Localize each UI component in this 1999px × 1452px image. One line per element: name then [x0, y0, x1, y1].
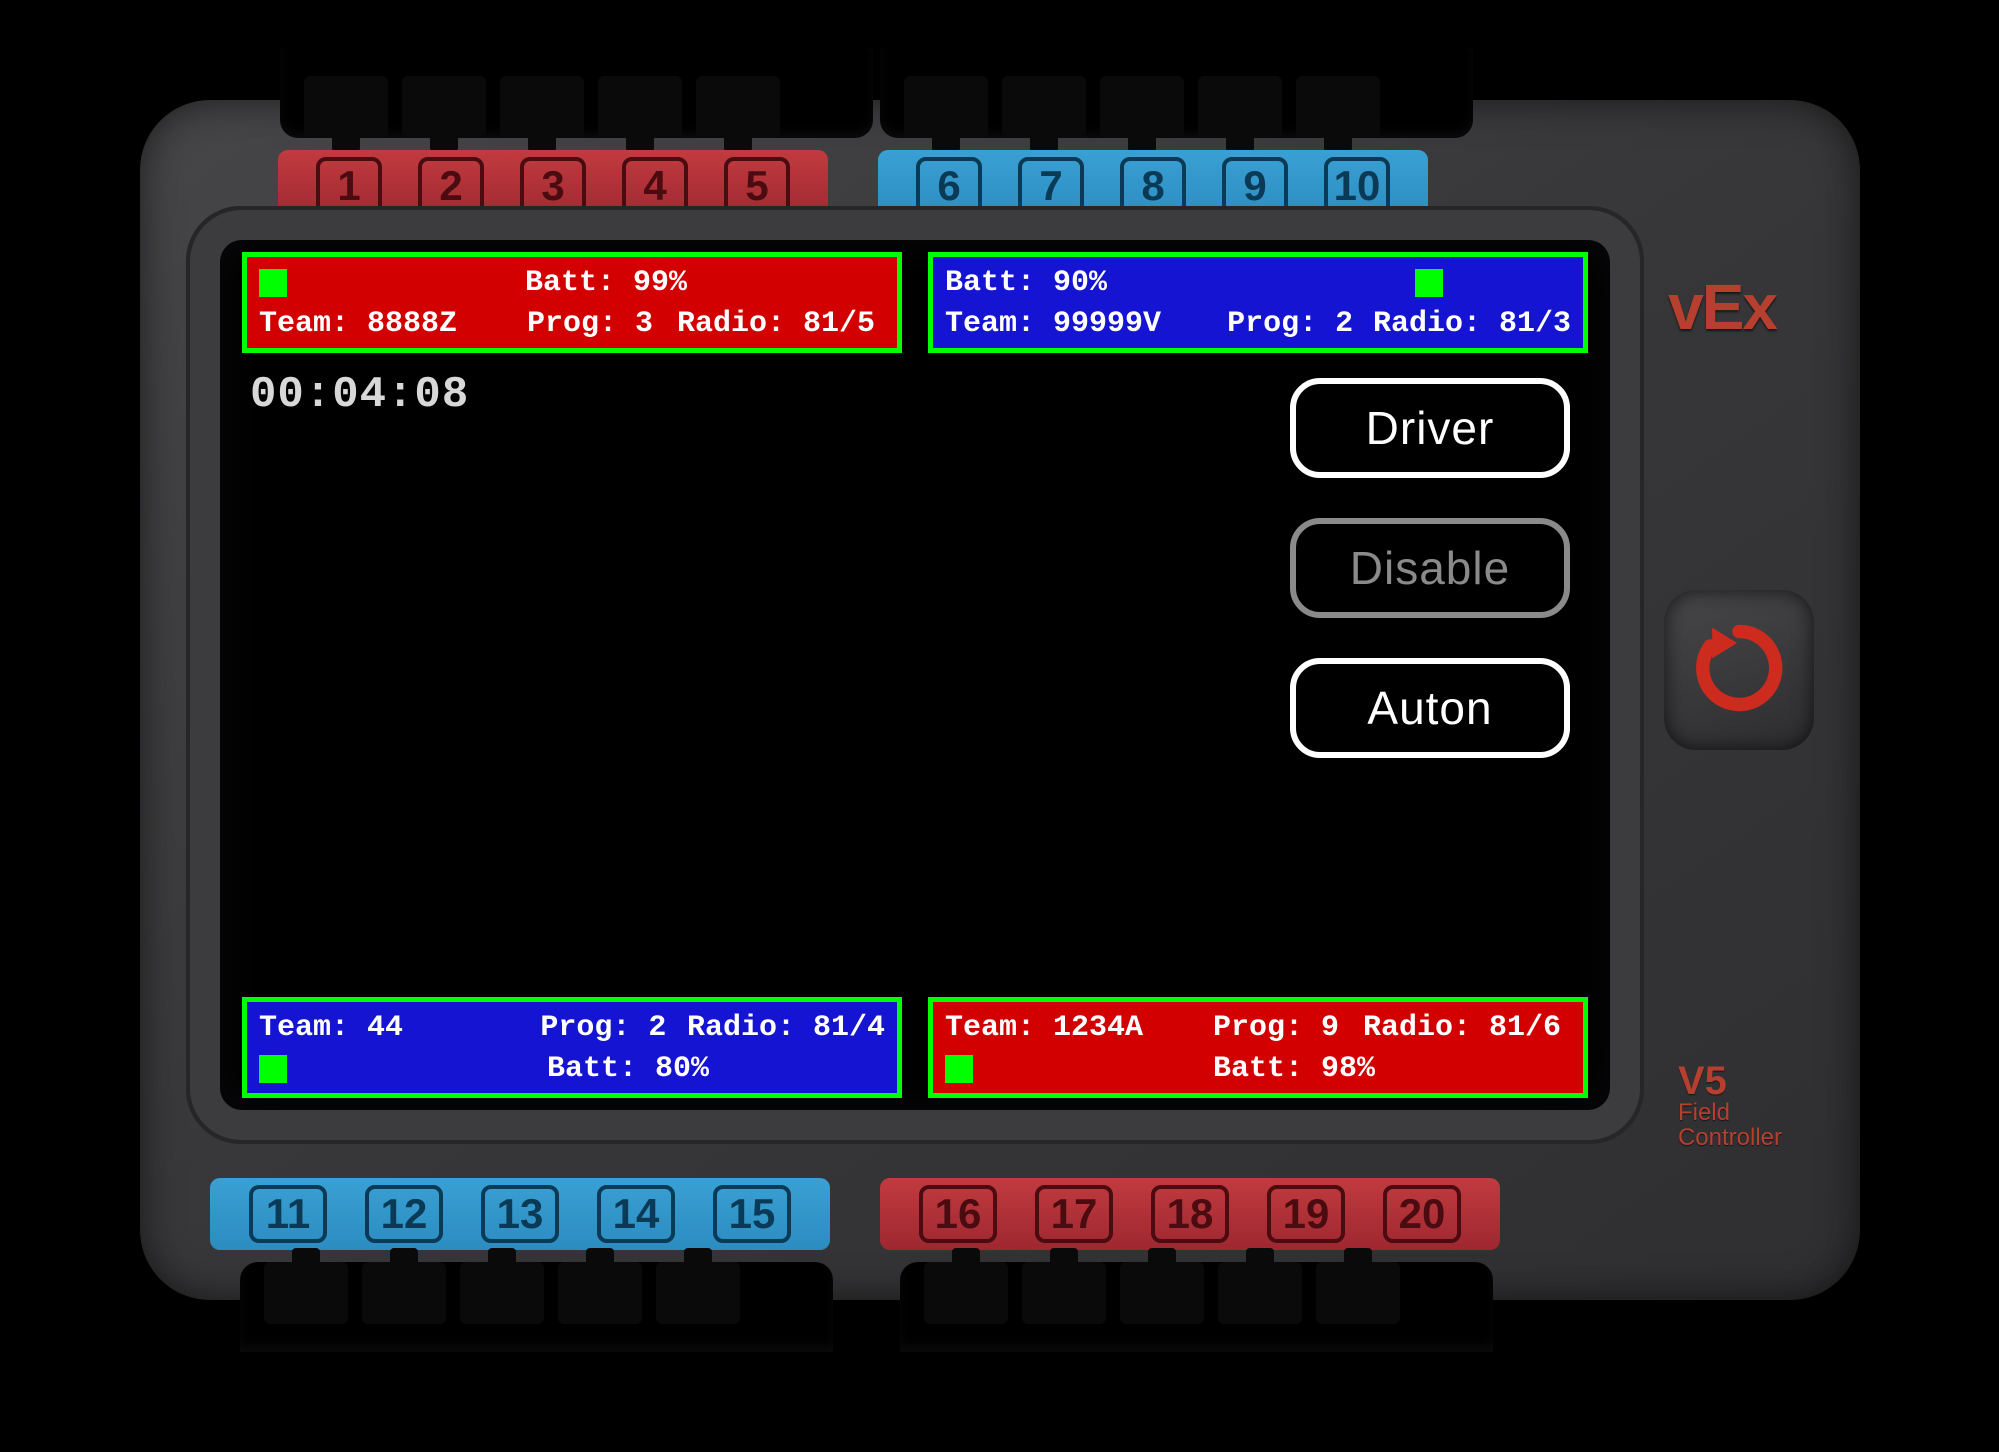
- team-panel-red-2[interactable]: Team: 1234A Prog: 9 Radio: 81/6 Batt: 98…: [928, 997, 1588, 1098]
- radio-value: Radio: 81/4: [687, 1008, 885, 1049]
- port-label: 4: [622, 157, 688, 215]
- radio-value: Radio: 81/5: [677, 304, 875, 345]
- port-labels-top-red: 1 2 3 4 5: [278, 150, 828, 222]
- port-label: 15: [713, 1185, 791, 1243]
- prog-value: Prog: 3: [527, 304, 677, 345]
- port-label: 14: [597, 1185, 675, 1243]
- model-label: V5 Field Controller: [1678, 1060, 1782, 1150]
- status-indicator-icon: [259, 269, 287, 297]
- port-label: 11: [249, 1185, 327, 1243]
- prog-value: Prog: 9: [1213, 1008, 1363, 1049]
- batt-value: Batt: 98%: [1213, 1049, 1375, 1090]
- port-bay-bottom-left: [240, 1262, 833, 1352]
- port-label: 10: [1324, 157, 1390, 215]
- port-bay-top-right: [880, 48, 1473, 138]
- team-panel-blue-1[interactable]: Batt: 90% Team: 99999V Prog: 2 Radio: 81…: [928, 252, 1588, 353]
- team-panel-red-1[interactable]: Batt: 99% Team: 8888Z Prog: 3 Radio: 81/…: [242, 252, 902, 353]
- status-indicator-icon: [259, 1055, 287, 1083]
- back-arrow-icon: [1691, 620, 1787, 721]
- port-label: 3: [520, 157, 586, 215]
- port-label: 1: [316, 157, 382, 215]
- port-label: 6: [916, 157, 982, 215]
- back-button[interactable]: [1664, 590, 1814, 750]
- port-label: 13: [481, 1185, 559, 1243]
- port-label: 17: [1035, 1185, 1113, 1243]
- radio-value: Radio: 81/6: [1363, 1008, 1561, 1049]
- radio-value: Radio: 81/3: [1373, 304, 1571, 345]
- port-label: 5: [724, 157, 790, 215]
- team-panel-blue-2[interactable]: Team: 44 Prog: 2 Radio: 81/4 Batt: 80%: [242, 997, 902, 1098]
- port-label: 9: [1222, 157, 1288, 215]
- port-label: 16: [919, 1185, 997, 1243]
- port-bay-bottom-right: [900, 1262, 1493, 1352]
- port-label: 12: [365, 1185, 443, 1243]
- prog-value: Prog: 2: [540, 1008, 687, 1049]
- batt-value: Batt: 90%: [945, 263, 1415, 304]
- port-labels-bottom-blue: 11 12 13 14 15: [210, 1178, 830, 1250]
- batt-value: Batt: 80%: [547, 1049, 709, 1090]
- vex-logo: vEx: [1668, 270, 1776, 344]
- port-label: 2: [418, 157, 484, 215]
- port-bay-top-left: [280, 48, 873, 138]
- port-label: 19: [1267, 1185, 1345, 1243]
- status-indicator-icon: [1415, 269, 1443, 297]
- status-indicator-icon: [945, 1055, 973, 1083]
- mode-button-column: Driver Disable Auton: [1290, 378, 1570, 758]
- team-value: Team: 1234A: [945, 1008, 1213, 1049]
- disable-button[interactable]: Disable: [1290, 518, 1570, 618]
- device-body: 1 2 3 4 5 6 7 8 9 10 vEx V5 Field Contro…: [140, 100, 1860, 1300]
- port-label: 7: [1018, 157, 1084, 215]
- port-label: 18: [1151, 1185, 1229, 1243]
- auton-button[interactable]: Auton: [1290, 658, 1570, 758]
- batt-value: Batt: 99%: [525, 263, 687, 304]
- port-label: 8: [1120, 157, 1186, 215]
- team-value: Team: 99999V: [945, 304, 1227, 345]
- port-labels-top-blue: 6 7 8 9 10: [878, 150, 1428, 222]
- team-value: Team: 8888Z: [259, 304, 527, 345]
- port-labels-bottom-red: 16 17 18 19 20: [880, 1178, 1500, 1250]
- lcd-screen: Batt: 99% Team: 8888Z Prog: 3 Radio: 81/…: [220, 240, 1610, 1110]
- match-timer: 00:04:08: [250, 370, 469, 420]
- prog-value: Prog: 2: [1227, 304, 1373, 345]
- port-label: 20: [1383, 1185, 1461, 1243]
- team-value: Team: 44: [259, 1008, 540, 1049]
- driver-button[interactable]: Driver: [1290, 378, 1570, 478]
